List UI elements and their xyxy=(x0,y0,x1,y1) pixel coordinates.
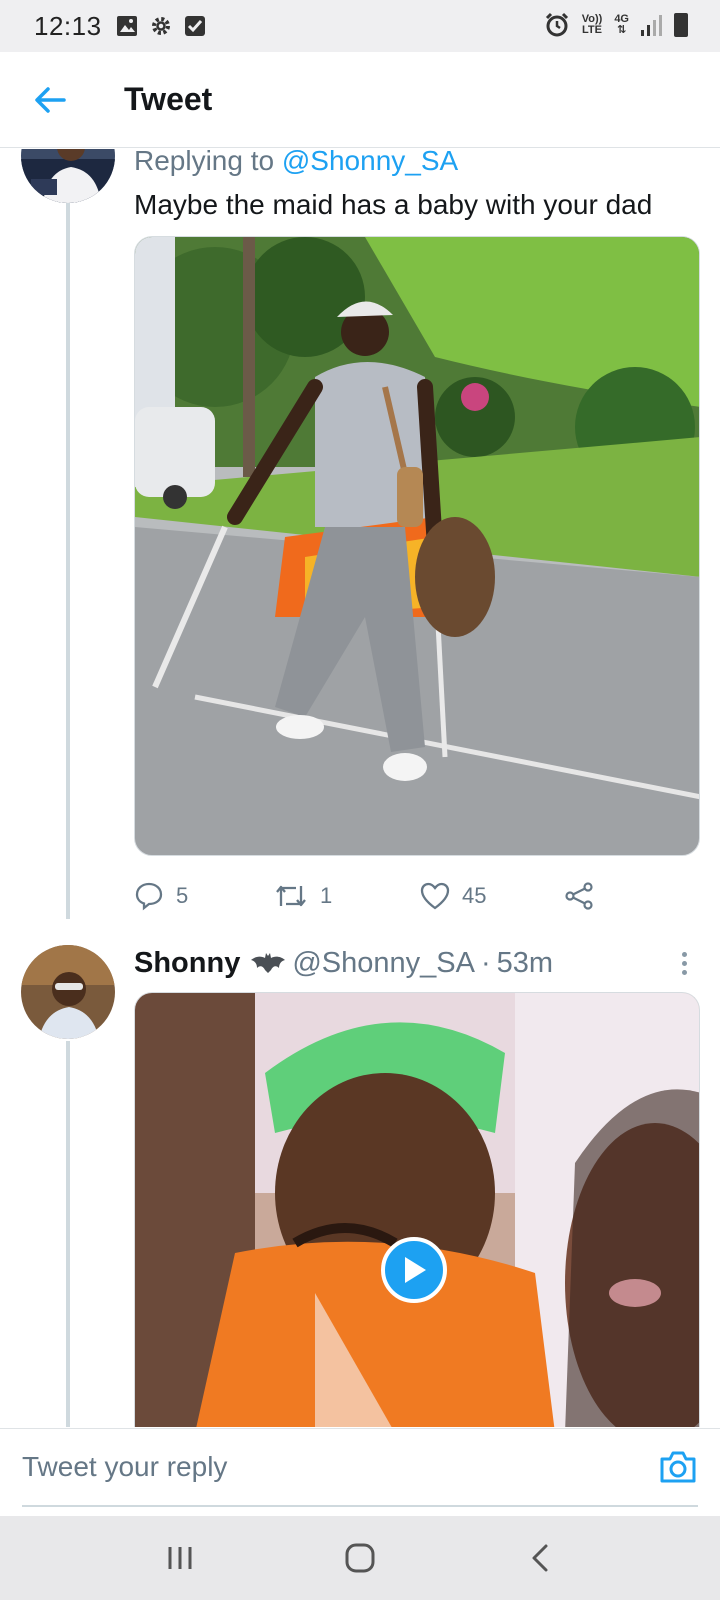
status-bar: 12:13 Vo)) LTE 4G ⇅ xyxy=(0,0,720,52)
status-right-icons: Vo)) LTE 4G ⇅ xyxy=(544,12,688,38)
data-arrows-icon: ⇅ xyxy=(617,24,627,36)
checkbox-icon xyxy=(184,16,205,36)
home-button[interactable] xyxy=(320,1528,400,1588)
reply-composer xyxy=(0,1428,720,1516)
network-type: 4G ⇅ xyxy=(614,14,629,36)
play-button[interactable] xyxy=(381,1237,447,1303)
camera-button[interactable] xyxy=(658,1447,698,1487)
recent-apps-icon xyxy=(168,1547,192,1569)
lte-bottom-text: LTE xyxy=(582,24,602,36)
like-count: 45 xyxy=(462,883,487,908)
replying-prefix: Replying to xyxy=(134,149,275,176)
status-time: 12:13 xyxy=(34,10,102,41)
tweet-text: Maybe the maid has a baby with your dad xyxy=(134,189,653,220)
tweet-time: 53m xyxy=(496,946,554,979)
back-icon xyxy=(532,1544,548,1572)
gallery-icon xyxy=(116,16,137,36)
author-handle[interactable]: @Shonny_SA xyxy=(292,947,475,980)
bat-icon xyxy=(251,953,286,973)
reply-input-underline xyxy=(22,1505,698,1507)
reply-input[interactable] xyxy=(22,1437,622,1497)
heart-icon xyxy=(420,882,450,910)
photo-illustration xyxy=(135,237,699,855)
signal-icon xyxy=(641,14,662,36)
more-dot xyxy=(681,969,687,975)
system-back-button[interactable] xyxy=(500,1528,580,1588)
reply-icon xyxy=(135,882,163,911)
replying-handle-link[interactable]: @Shonny_SA xyxy=(282,149,458,176)
share-icon xyxy=(565,882,593,910)
app-header: Tweet xyxy=(0,52,720,148)
like-button[interactable]: 45 xyxy=(420,882,564,910)
status-left-icons xyxy=(116,15,206,37)
avatar[interactable] xyxy=(21,149,115,203)
retweet-count: 1 xyxy=(320,883,333,908)
tweet-author-row: Shonny @Shonny_SA · 53m xyxy=(134,943,700,983)
thread-connector-line xyxy=(66,1041,70,1427)
back-button[interactable] xyxy=(20,70,80,130)
replying-to: Replying to @Shonny_SA xyxy=(134,149,458,177)
meta-separator: · xyxy=(480,946,491,979)
tweet-photo[interactable] xyxy=(134,236,700,856)
page-title: Tweet xyxy=(124,81,213,117)
recent-apps-button[interactable] xyxy=(140,1528,220,1588)
play-icon xyxy=(405,1257,426,1283)
more-dot xyxy=(681,960,687,966)
back-arrow-icon xyxy=(35,86,66,113)
share-button[interactable] xyxy=(564,881,594,911)
tweet-thread[interactable]: Replying to @Shonny_SA Maybe the maid ha… xyxy=(0,149,720,1427)
alarm-icon xyxy=(545,12,568,37)
gear-icon xyxy=(151,17,170,35)
author-name[interactable]: Shonny xyxy=(134,947,240,980)
thread-connector-line xyxy=(66,203,70,919)
battery-icon xyxy=(674,13,688,37)
home-icon xyxy=(345,1543,375,1573)
reply-button[interactable]: 5 xyxy=(134,881,274,911)
retweet-icon xyxy=(276,885,306,907)
retweet-button[interactable]: 1 xyxy=(274,882,420,910)
more-dot xyxy=(681,951,687,957)
more-options-button[interactable] xyxy=(674,947,694,979)
camera-icon xyxy=(660,1451,696,1483)
lte-icon: Vo)) LTE xyxy=(582,14,603,36)
tweet-video[interactable] xyxy=(134,992,700,1427)
system-nav-bar xyxy=(0,1516,720,1600)
reply-count: 5 xyxy=(176,883,189,908)
tweet-actions: 5 1 45 xyxy=(134,870,634,922)
video-thumbnail xyxy=(135,993,699,1427)
avatar[interactable] xyxy=(21,945,115,1039)
